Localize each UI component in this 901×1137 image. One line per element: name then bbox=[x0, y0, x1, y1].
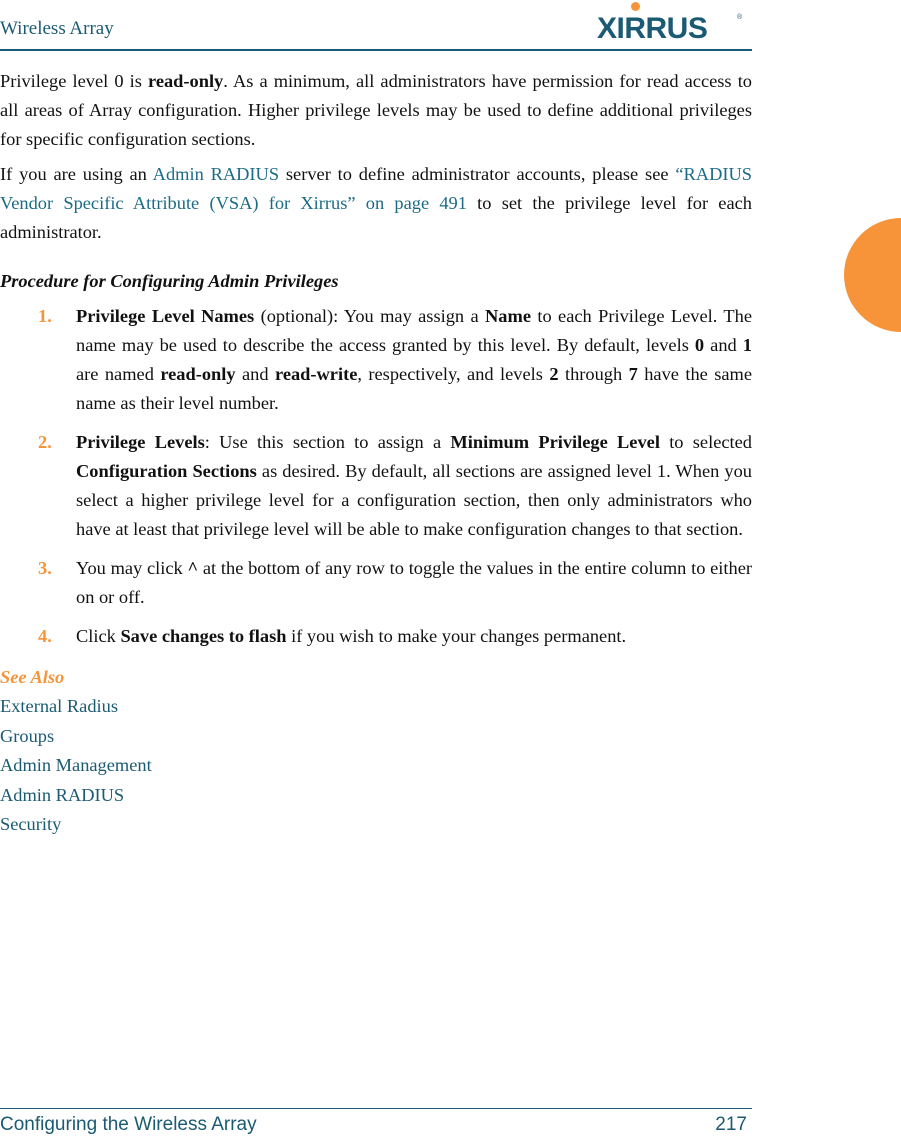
text: through bbox=[558, 364, 629, 384]
see-also-list: External Radius Groups Admin Management … bbox=[0, 692, 752, 840]
admin-radius-link[interactable]: Admin RADIUS bbox=[153, 164, 279, 184]
bold-text: 0 bbox=[694, 335, 705, 355]
see-also-link-security[interactable]: Security bbox=[0, 810, 752, 840]
step-number: 3. bbox=[38, 558, 52, 578]
step-number: 1. bbox=[38, 306, 52, 326]
header-title: Wireless Array bbox=[0, 18, 114, 39]
registered-mark: ® bbox=[737, 14, 743, 21]
intro-paragraph: Privilege level 0 is read-only. As a min… bbox=[0, 67, 752, 154]
text: Privilege level 0 is bbox=[0, 71, 148, 91]
caret-symbol: ^ bbox=[187, 558, 199, 578]
see-also-link-admin-management[interactable]: Admin Management bbox=[0, 751, 752, 781]
chapter-tab-marker bbox=[844, 218, 901, 332]
bold-text: 2 bbox=[549, 364, 559, 384]
text: and bbox=[704, 335, 743, 355]
text: are named bbox=[76, 364, 161, 384]
bold-text: Privilege Levels bbox=[76, 432, 205, 452]
xirrus-logo: XIRRUS ® bbox=[597, 2, 747, 45]
logo-dot-icon bbox=[631, 2, 640, 11]
procedure-steps: 1. Privilege Level Names (optional): You … bbox=[0, 302, 752, 651]
see-also-link-external-radius[interactable]: External Radius bbox=[0, 692, 752, 722]
bold-text: Configuration Sections bbox=[76, 461, 257, 481]
text: You may click bbox=[76, 558, 188, 578]
bold-text: 1 bbox=[742, 335, 752, 355]
step-2: 2. Privilege Levels: Use this section to … bbox=[0, 428, 752, 544]
text: (optional): You may assign a bbox=[254, 306, 486, 326]
procedure-heading: Procedure for Configuring Admin Privileg… bbox=[0, 271, 339, 291]
logo-text: XIRRUS bbox=[597, 12, 708, 45]
bold-text: Name bbox=[485, 306, 531, 326]
text: If you are using an bbox=[0, 164, 153, 184]
see-also-heading: See Also bbox=[0, 667, 65, 687]
step-number: 2. bbox=[38, 432, 52, 452]
text: if you wish to make your changes permane… bbox=[286, 626, 627, 646]
step-1: 1. Privilege Level Names (optional): You … bbox=[0, 302, 752, 418]
see-also-link-admin-radius[interactable]: Admin RADIUS bbox=[0, 781, 752, 811]
bold-text: Minimum Privilege Level bbox=[450, 432, 660, 452]
bold-text: Save changes to flash bbox=[120, 626, 287, 646]
bold-text: 7 bbox=[628, 364, 638, 384]
text: to selected bbox=[659, 432, 752, 452]
bold-text: Privilege Level Names bbox=[76, 306, 255, 326]
text: , respectively, and levels bbox=[357, 364, 550, 384]
bold-text: read-only bbox=[147, 71, 224, 91]
text: server to define administrator accounts,… bbox=[279, 164, 676, 184]
footer-rule bbox=[0, 1108, 752, 1109]
bold-text: read-write bbox=[274, 364, 358, 384]
text: Click bbox=[76, 626, 121, 646]
page-number: 217 bbox=[715, 1114, 747, 1135]
text: : Use this section to assign a bbox=[204, 432, 451, 452]
footer-section-title: Configuring the Wireless Array bbox=[0, 1114, 257, 1135]
step-number: 4. bbox=[38, 626, 52, 646]
radius-paragraph: If you are using an Admin RADIUS server … bbox=[0, 160, 752, 247]
page-content: Privilege level 0 is read-only. As a min… bbox=[0, 67, 752, 840]
step-4: 4. Click Save changes to flash if you wis… bbox=[0, 622, 752, 651]
header-rule bbox=[0, 49, 752, 51]
step-3: 3. You may click ^ at the bottom of any r… bbox=[0, 554, 752, 612]
text: and bbox=[235, 364, 275, 384]
bold-text: read-only bbox=[160, 364, 236, 384]
see-also-link-groups[interactable]: Groups bbox=[0, 722, 752, 752]
